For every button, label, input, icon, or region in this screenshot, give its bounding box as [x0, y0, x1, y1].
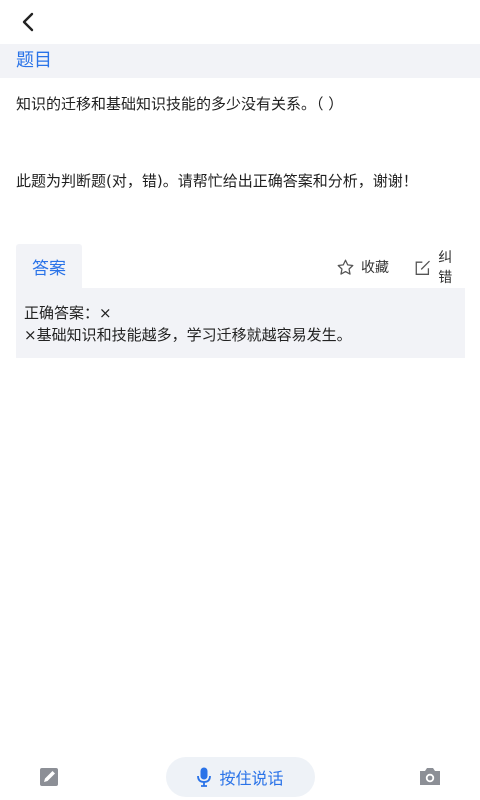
answer-tabbar: 答案 收藏 纠错: [16, 244, 465, 288]
correct-answer: 正确答案：×: [24, 304, 112, 322]
back-button[interactable]: [12, 8, 44, 36]
report-error-label: 纠错: [438, 250, 453, 286]
bottom-bar: 按住说话: [0, 748, 480, 800]
star-outline-icon: [337, 259, 354, 275]
section-title: 题目: [16, 50, 52, 71]
question-note: 此题为判断题(对，错)。请帮忙给出正确答案和分析，谢谢！: [16, 172, 418, 190]
camera-button[interactable]: [418, 765, 444, 789]
section-header: 题目: [0, 44, 480, 78]
favorite-label: 收藏: [361, 260, 389, 276]
top-bar: [0, 0, 480, 44]
edit-icon: [415, 260, 430, 275]
report-error-button[interactable]: 纠错: [414, 250, 465, 286]
hold-to-talk-label: 按住说话: [219, 769, 284, 788]
tab-answer[interactable]: 答案: [16, 244, 82, 288]
answer-analysis: ×基础知识和技能越多，学习迁移就越容易发生。: [24, 326, 352, 344]
answer-panel: 答案 收藏 纠错 正确答案：× ×基础知识和技能越多，学习迁移就越容易发生。: [16, 244, 465, 358]
microphone-icon: [197, 767, 212, 787]
chevron-left-icon: [22, 12, 34, 32]
answer-body: 正确答案：× ×基础知识和技能越多，学习迁移就越容易发生。: [16, 288, 465, 358]
favorite-button[interactable]: 收藏: [336, 256, 389, 278]
question-text: 知识的迁移和基础知识技能的多少没有关系。（ ）: [16, 95, 344, 113]
pencil-note-icon: [40, 768, 58, 786]
hold-to-talk-button[interactable]: 按住说话: [166, 757, 315, 797]
camera-icon: [420, 768, 440, 785]
note-button[interactable]: [38, 766, 60, 788]
